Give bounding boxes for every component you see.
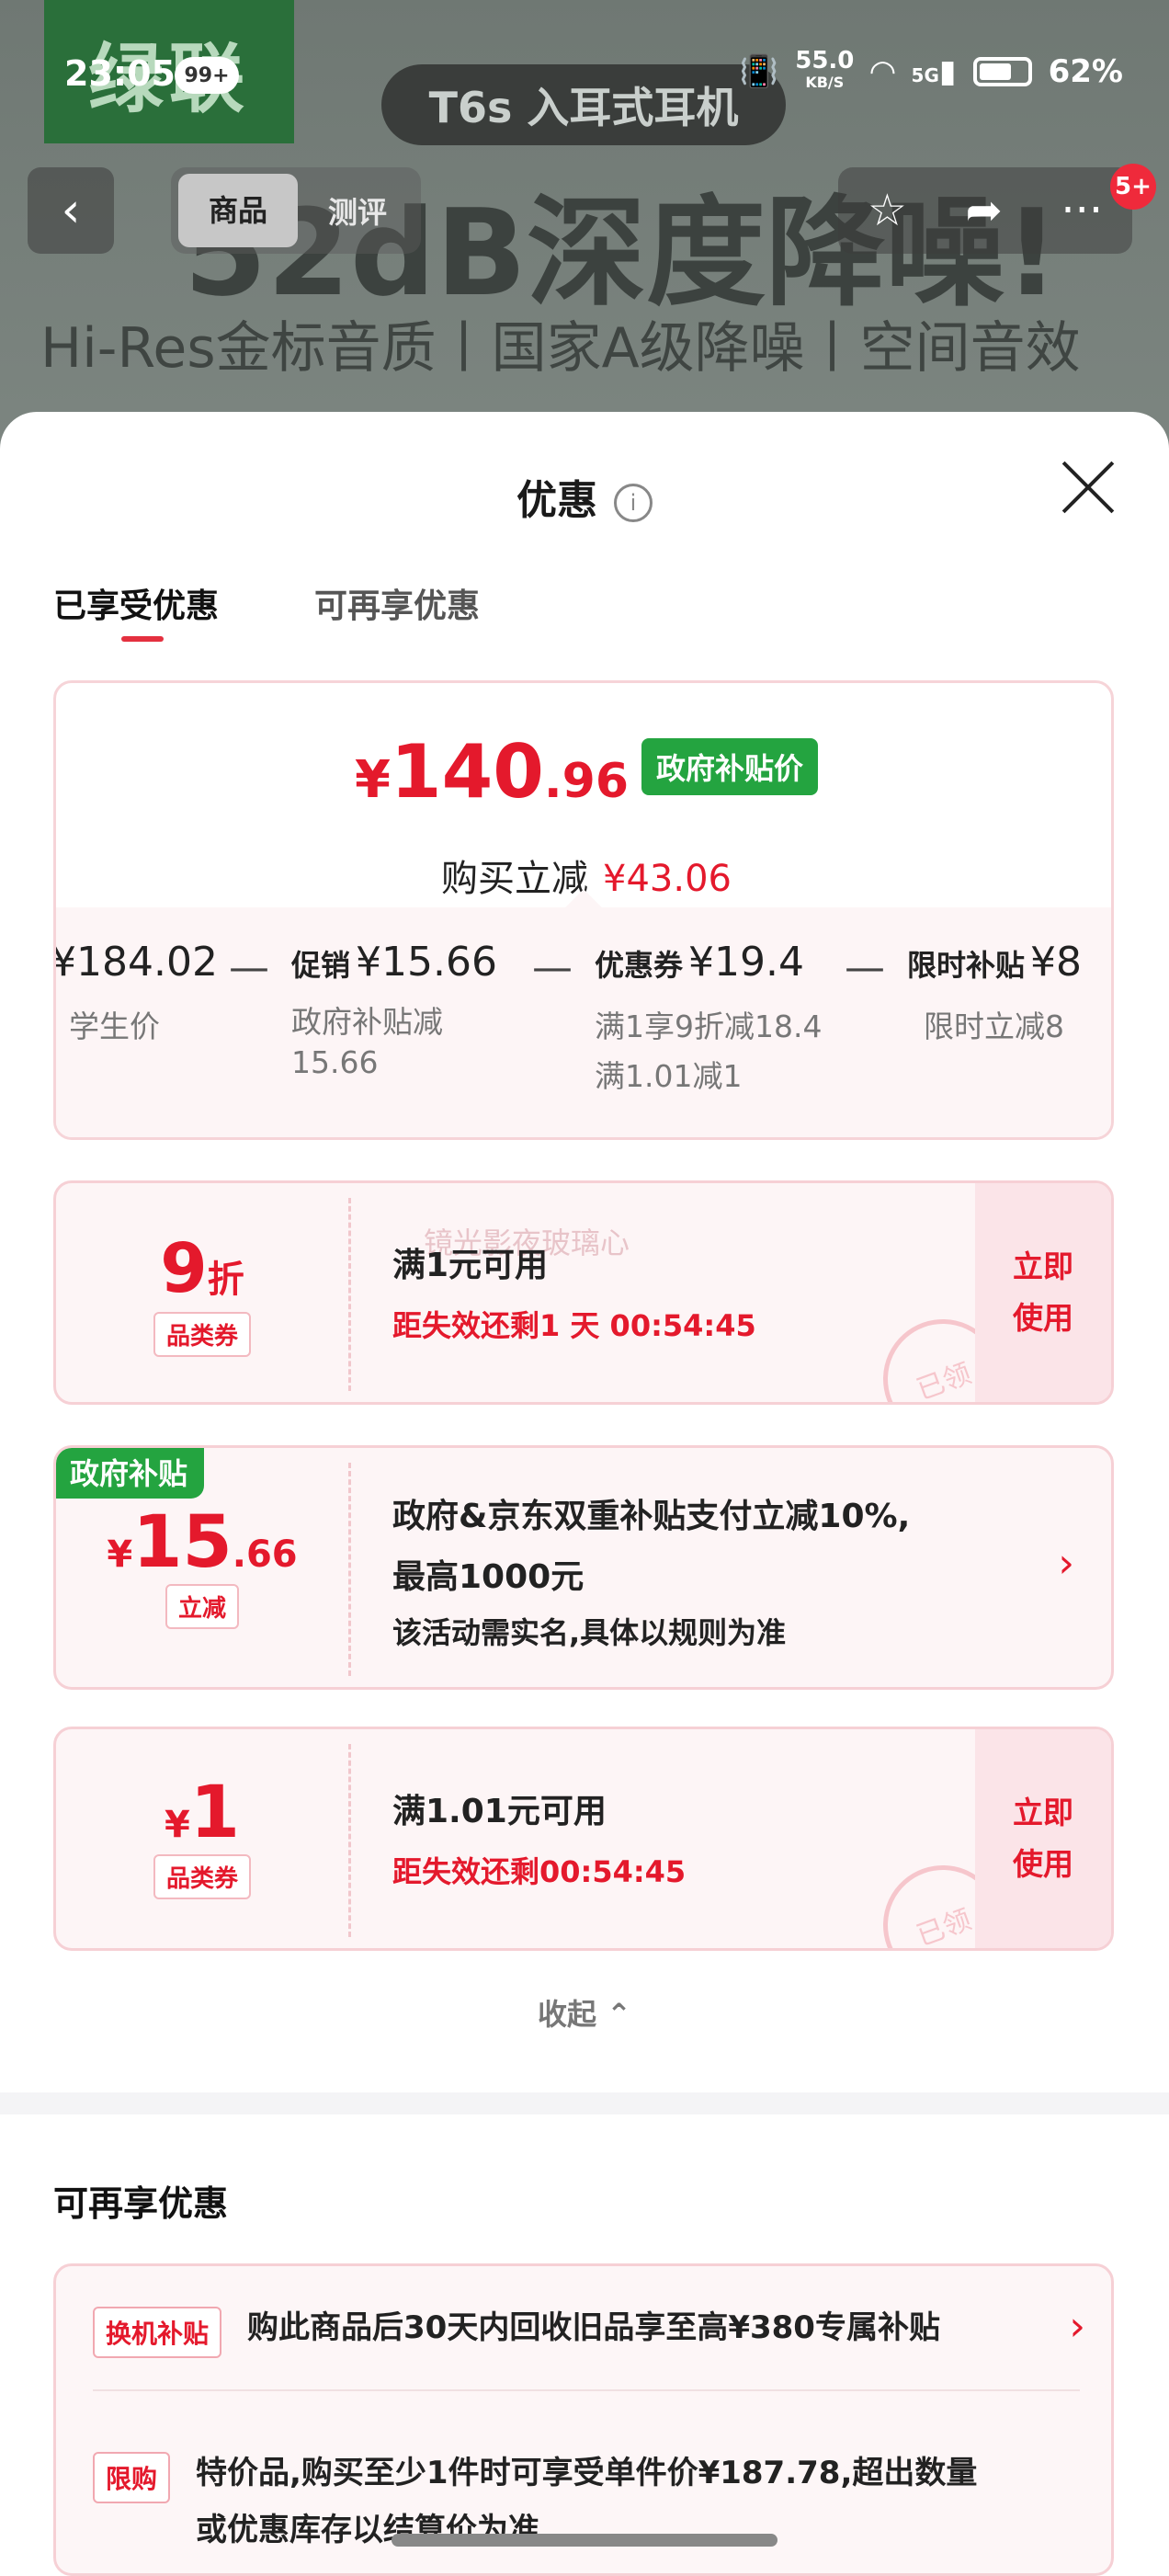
back-button[interactable]: ‹ bbox=[28, 167, 114, 254]
trade-in-tag: 换机补贴 bbox=[93, 2307, 222, 2358]
breakdown-item-limited-subsidy: 限时补贴 ¥8 限时立减8 bbox=[907, 939, 1083, 1044]
status-icons: 📳 55.0 KB/S ◠ 5G▮ 62% bbox=[739, 47, 1123, 94]
section-divider bbox=[0, 2092, 1169, 2114]
coupon-type-tag: 品类券 bbox=[153, 1312, 251, 1357]
discount-sheet: 优惠 i 已享受优惠 可再享优惠 ¥140.96 政府补贴价 购买立减 ¥43.06 … bbox=[0, 412, 1169, 2576]
more-icon[interactable]: ··· bbox=[1061, 185, 1103, 236]
chevron-up-icon: ⌃ bbox=[607, 1997, 631, 2032]
breakdown-item-coupon: 优惠券 ¥19.4 满1享9折减18.4 满1.01减1 bbox=[595, 939, 823, 1094]
coupon-type-tag: 品类券 bbox=[153, 1854, 251, 1899]
battery-icon bbox=[972, 57, 1032, 86]
price-summary-card: ¥140.96 政府补贴价 购买立减 ¥43.06 ¥184.02 学生价 — 促销… bbox=[53, 680, 1114, 1140]
gov-subsidy-tag: 政府补贴价 bbox=[641, 738, 819, 795]
minus-sign: — bbox=[845, 944, 885, 991]
product-name-pill: T6s 入耳式耳机 bbox=[381, 64, 786, 145]
breakdown-item-promotion: 促销 ¥15.66 政府补贴减 15.66 bbox=[291, 939, 497, 1080]
row-divider bbox=[93, 2389, 1080, 2391]
collapse-button[interactable]: 收起 ⌃ bbox=[0, 1991, 1169, 2034]
coupon-value: ¥1 品类券 bbox=[56, 1729, 348, 1948]
more-discounts-box: 换机补贴 购此商品后30天内回收旧品享至高¥380专属补贴 › 限购 特价品,购… bbox=[53, 2263, 1114, 2576]
use-now-button[interactable]: 立即 使用 bbox=[975, 1729, 1111, 1948]
coupon-expiry: 距失效还剩1 天 00:54:45 bbox=[392, 1308, 756, 1343]
trade-in-row[interactable]: 换机补贴 购此商品后30天内回收旧品享至高¥380专属补贴 › bbox=[93, 2303, 1085, 2358]
minus-sign: — bbox=[532, 944, 573, 991]
subsidy-title: 政府&京东双重补贴支付立减10%, 最高1000元 bbox=[392, 1498, 911, 1596]
coupon-divider bbox=[348, 1744, 351, 1937]
tab-enjoyed-discounts[interactable]: 已享受优惠 bbox=[53, 579, 219, 627]
nav-actions: ☆ ➦ ··· bbox=[838, 167, 1132, 254]
coupon-type-tag: 立减 bbox=[165, 1584, 239, 1629]
cart-badge: 5+ bbox=[1110, 164, 1156, 210]
status-time: 23:05 bbox=[64, 53, 176, 94]
chevron-right-icon[interactable]: › bbox=[1069, 2303, 1085, 2350]
coupon-divider bbox=[348, 1198, 351, 1391]
sheet-title: 优惠 i bbox=[0, 467, 1169, 526]
coupon-value: 9折 品类券 bbox=[56, 1183, 348, 1402]
signal-icon: 5G▮ bbox=[911, 53, 957, 90]
tab-review[interactable]: 测评 bbox=[298, 189, 417, 232]
trade-in-text: 购此商品后30天内回收旧品享至高¥380专属补贴 bbox=[247, 2309, 940, 2346]
coupon-condition: 满1.01元可用 bbox=[392, 1793, 607, 1830]
coupon-expiry: 距失效还剩00:54:45 bbox=[392, 1854, 687, 1889]
wifi-icon: ◠ bbox=[870, 53, 895, 90]
banner-subline: Hi-Res金标音质丨国家A级降噪丨空间音效 bbox=[40, 316, 1081, 381]
close-icon[interactable] bbox=[1059, 458, 1118, 517]
more-discounts-title: 可再享优惠 bbox=[53, 2183, 229, 2224]
price-breakdown: ¥184.02 学生价 — 促销 ¥15.66 政府补贴减 15.66 — 优惠券 ¥… bbox=[53, 907, 1111, 1137]
coupon-divider bbox=[348, 1463, 351, 1676]
minus-sign: — bbox=[229, 944, 269, 991]
coupon-card[interactable]: 9折 品类券 镜光影夜玻璃心 满1元可用 距失效还剩1 天 00:54:45 已… bbox=[53, 1180, 1114, 1405]
vibrate-icon: 📳 bbox=[739, 53, 779, 90]
purchase-limit-tag: 限购 bbox=[93, 2452, 171, 2503]
gov-subsidy-card[interactable]: 政府补贴 ¥15.66 立减 政府&京东双重补贴支付立减10%, 最高1000元 … bbox=[53, 1445, 1114, 1690]
coupon-card[interactable]: ¥1 品类券 满1.01元可用 距失效还剩00:54:45 已领 立即 使用 bbox=[53, 1727, 1114, 1951]
tab-more-discounts[interactable]: 可再享优惠 bbox=[314, 579, 480, 627]
use-now-button[interactable]: 立即 使用 bbox=[975, 1183, 1111, 1402]
nav-tabs: 商品 测评 bbox=[171, 167, 421, 254]
active-tab-indicator bbox=[121, 636, 164, 642]
info-icon[interactable]: i bbox=[614, 484, 653, 522]
battery-percent: 62% bbox=[1048, 53, 1123, 90]
star-icon[interactable]: ☆ bbox=[868, 185, 907, 236]
subsidy-value: ¥15.66 立减 bbox=[56, 1448, 348, 1687]
tab-product[interactable]: 商品 bbox=[178, 174, 298, 247]
breakdown-item-student-price: ¥184.02 学生价 bbox=[53, 939, 218, 1044]
notification-badge: 99+ bbox=[175, 57, 239, 94]
final-price: ¥140.96 政府补贴价 bbox=[56, 729, 1111, 815]
coupon-condition: 满1元可用 bbox=[392, 1247, 549, 1284]
subsidy-note: 该活动需实名,具体以规则为准 bbox=[392, 1615, 787, 1650]
chevron-right-icon[interactable]: › bbox=[1058, 1540, 1074, 1587]
home-indicator[interactable] bbox=[392, 2534, 777, 2547]
share-icon[interactable]: ➦ bbox=[966, 185, 1003, 236]
network-speed: 55.0 KB/S bbox=[795, 47, 855, 91]
